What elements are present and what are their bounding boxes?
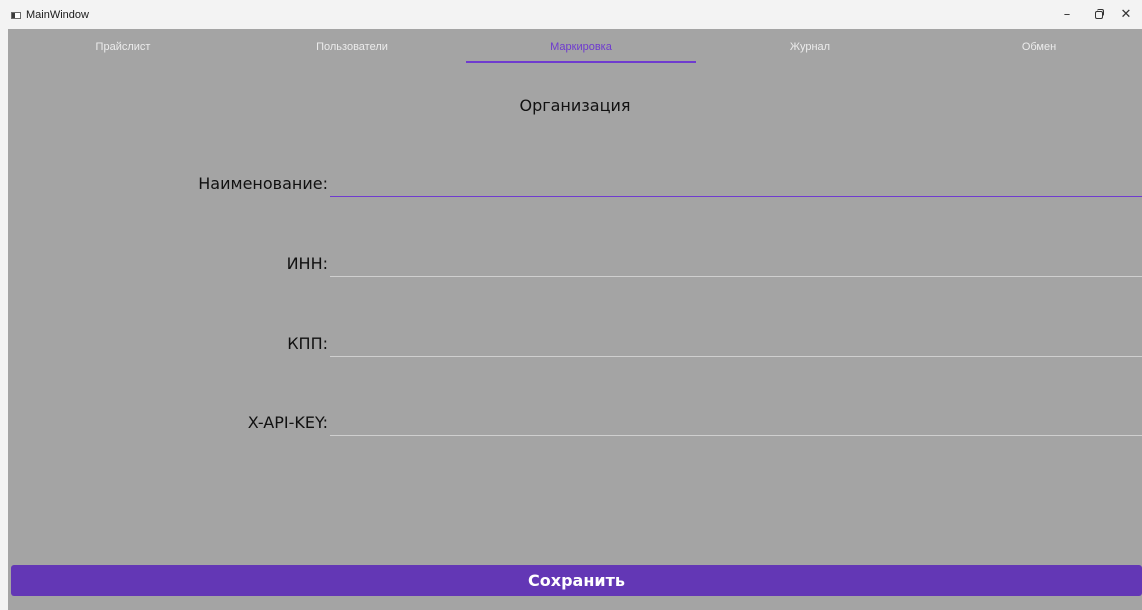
main-content: Прайслист Пользователи Маркировка Журнал… [8, 29, 1142, 610]
tab-exchange[interactable]: Обмен [924, 29, 1142, 65]
inn-input[interactable] [330, 253, 1142, 277]
tab-journal[interactable]: Журнал [695, 29, 925, 65]
tab-bar: Прайслист Пользователи Маркировка Журнал… [8, 29, 1142, 65]
api-key-label: X-API-KEY: [247, 413, 328, 432]
tab-users[interactable]: Пользователи [237, 29, 467, 65]
kpp-label: КПП: [287, 334, 328, 353]
section-title: Организация [519, 96, 631, 115]
window-titlebar: MainWindow – ✕ [0, 0, 1142, 29]
restore-icon [1095, 9, 1104, 19]
app-window-icon [11, 12, 21, 19]
tab-marking[interactable]: Маркировка [466, 29, 696, 65]
api-key-input[interactable] [330, 412, 1142, 436]
minimize-button[interactable]: – [1054, 4, 1080, 26]
tab-pricelist[interactable]: Прайслист [8, 29, 238, 65]
restore-button[interactable] [1086, 4, 1112, 26]
kpp-input[interactable] [330, 333, 1142, 357]
window-title: MainWindow [26, 9, 89, 21]
close-button[interactable]: ✕ [1113, 4, 1139, 26]
name-label: Наименование: [198, 174, 328, 193]
save-button[interactable]: Сохранить [11, 565, 1142, 596]
name-input[interactable] [330, 173, 1142, 197]
inn-label: ИНН: [286, 254, 328, 273]
